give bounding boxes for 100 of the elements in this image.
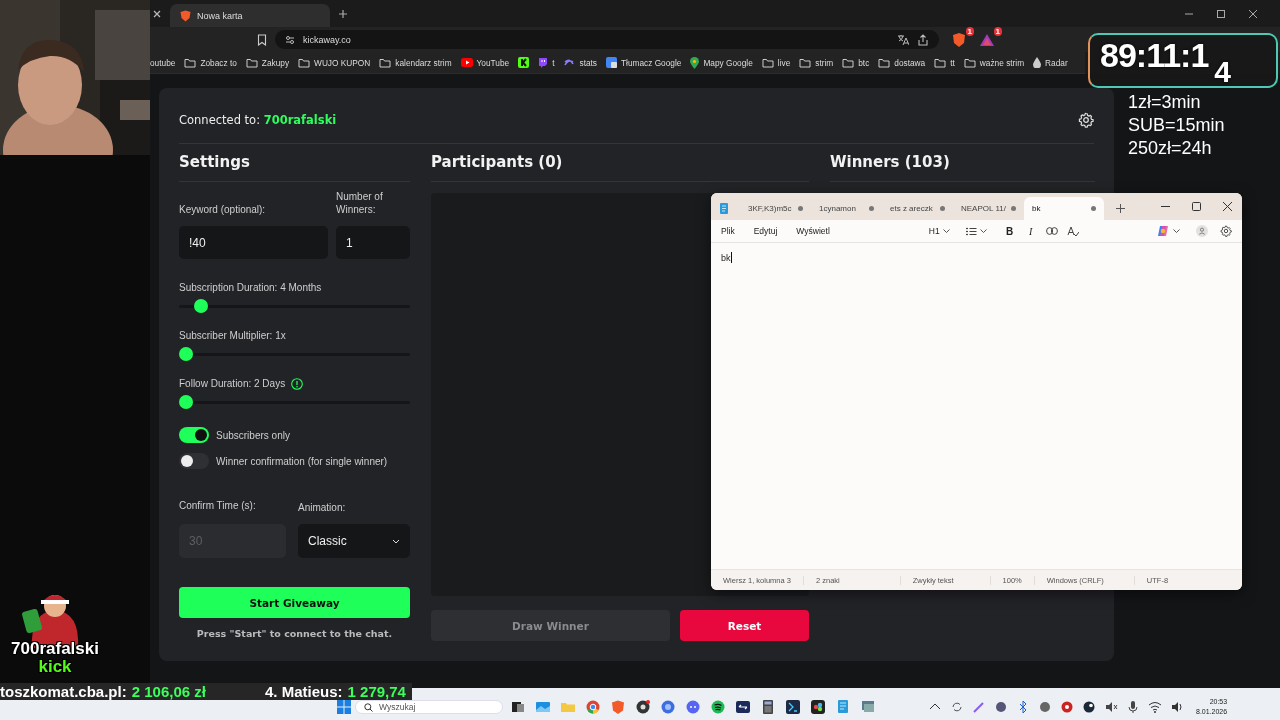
document-tab[interactable]: 3KF,K3)m5c <box>740 197 811 220</box>
toggle-switch[interactable] <box>179 427 209 443</box>
browser-icon[interactable] <box>586 700 600 714</box>
donor-name: toszkomat.cba.pl: <box>0 683 127 700</box>
menu-item[interactable]: Edytuj <box>753 226 778 236</box>
bookmark[interactable]: Radar <box>1033 57 1068 68</box>
address-bar[interactable]: kickaway.co <box>275 30 939 49</box>
app-icon[interactable] <box>661 700 675 714</box>
share-icon[interactable] <box>917 33 929 46</box>
volume-icon[interactable] <box>1170 700 1184 714</box>
heading-dropdown[interactable]: H1 <box>928 226 950 236</box>
steam-icon[interactable] <box>1082 700 1096 714</box>
folder-icon <box>963 57 976 68</box>
italic-button[interactable]: I <box>1023 225 1038 237</box>
bookmark[interactable]: Zakupy <box>245 57 290 68</box>
bookmark[interactable]: live <box>761 57 791 68</box>
rate-text: 250zł=24h <box>1128 137 1213 160</box>
bookmark[interactable]: btc <box>842 57 870 68</box>
record-icon[interactable] <box>636 700 650 714</box>
app-icon[interactable] <box>1038 700 1052 714</box>
bookmark[interactable]: t <box>538 57 555 68</box>
menu-item[interactable]: Plik <box>721 226 735 236</box>
document-tab[interactable]: 1cynamon <box>811 197 882 220</box>
slider-thumb[interactable] <box>194 299 209 313</box>
toggle-label: Subscribers only <box>216 429 290 441</box>
spellcheck-icon[interactable] <box>1066 225 1079 237</box>
bookmark[interactable]: kalendarz strim <box>379 57 452 68</box>
folder-icon <box>799 57 812 68</box>
bookmark[interactable]: tt <box>934 57 955 68</box>
slider-thumb[interactable] <box>179 347 193 361</box>
document-tab[interactable]: bk <box>1024 197 1104 220</box>
bookmark[interactable]: Mapy Google <box>690 56 753 69</box>
translate-icon <box>606 57 617 68</box>
remote-icon[interactable] <box>736 700 750 714</box>
bookmark[interactable]: Zobacz to <box>184 57 237 68</box>
task-view-icon[interactable] <box>511 700 525 714</box>
slider[interactable] <box>179 347 410 361</box>
bookmark[interactable]: strim <box>799 57 834 68</box>
translate-icon[interactable] <box>897 33 909 46</box>
bookmark[interactable]: Tłumacz Google <box>606 57 682 68</box>
bookmark[interactable]: WUJO KUPON <box>298 57 371 68</box>
maximize-icon[interactable] <box>1192 202 1201 211</box>
chevron-down-icon <box>392 538 400 544</box>
close-icon[interactable] <box>1223 202 1232 211</box>
keyword-field[interactable]: !40 <box>179 226 328 259</box>
shield-icon <box>180 9 191 22</box>
microphone-icon[interactable] <box>1126 700 1140 714</box>
wifi-icon[interactable] <box>1148 700 1162 714</box>
logo-platform: kick <box>38 658 72 675</box>
copilot-icon[interactable] <box>1157 225 1169 237</box>
slider[interactable] <box>179 299 410 313</box>
mute-icon[interactable] <box>1104 700 1118 714</box>
bookmark[interactable]: outube <box>150 57 176 68</box>
photo-icon[interactable] <box>536 700 550 714</box>
bookmark[interactable]: YouTube <box>460 57 510 68</box>
close-icon[interactable] <box>1248 8 1258 19</box>
settings-icon[interactable] <box>1220 225 1232 237</box>
folder-icon <box>761 57 774 68</box>
chat-icon[interactable] <box>686 700 700 714</box>
bookmark[interactable]: ważne strim <box>963 57 1025 68</box>
new-tab-icon[interactable] <box>338 8 348 19</box>
slider-thumb[interactable] <box>179 395 193 409</box>
menu-item[interactable]: Wyświetl <box>796 226 830 236</box>
shield-icon[interactable] <box>611 700 625 714</box>
browser-tab[interactable]: Nowa karta <box>170 4 330 27</box>
window-icon[interactable] <box>861 700 875 714</box>
game-icon[interactable] <box>1060 700 1074 714</box>
editor-icon[interactable] <box>786 700 800 714</box>
maximize-icon[interactable] <box>1216 8 1226 19</box>
bookmark[interactable]: stats <box>563 57 597 68</box>
video-editor-icon[interactable] <box>811 700 825 714</box>
sync-icon[interactable] <box>950 700 964 714</box>
start-giveaway-button[interactable]: Start Giveaway <box>179 587 410 618</box>
bookmark[interactable]: dostawa <box>878 57 926 68</box>
field-label: Animation: <box>298 501 346 514</box>
avatar-icon[interactable] <box>1196 225 1208 237</box>
slider[interactable] <box>179 395 410 409</box>
play-icon <box>460 58 473 67</box>
animation-select[interactable]: Classic <box>298 524 410 558</box>
music-icon[interactable] <box>711 700 725 714</box>
close-icon[interactable] <box>152 8 162 19</box>
toggle-switch[interactable] <box>179 453 209 469</box>
shield-icon[interactable] <box>951 31 967 48</box>
winners-field[interactable]: 1 <box>336 226 410 259</box>
bookmark-icon[interactable] <box>257 33 267 46</box>
search-field[interactable]: Wyszukaj <box>355 700 503 714</box>
app-icon[interactable] <box>994 700 1008 714</box>
reset-button[interactable]: Reset <box>680 610 809 641</box>
document-tab[interactable]: NEAPOL 11/ <box>953 197 1024 220</box>
document-tab[interactable]: ets z areczk <box>882 197 953 220</box>
bookmark[interactable] <box>518 57 530 68</box>
list-dropdown[interactable] <box>965 226 987 236</box>
pen-icon[interactable] <box>972 700 986 714</box>
donation-amount: 2 106,06 zł <box>131 683 206 700</box>
bold-button[interactable]: B <box>1002 225 1017 237</box>
link-icon[interactable] <box>1045 227 1058 235</box>
folder-icon <box>184 57 197 68</box>
notepad-icon[interactable] <box>836 700 850 714</box>
calculator-icon[interactable] <box>761 700 775 714</box>
new-tab-icon[interactable] <box>1116 204 1125 213</box>
